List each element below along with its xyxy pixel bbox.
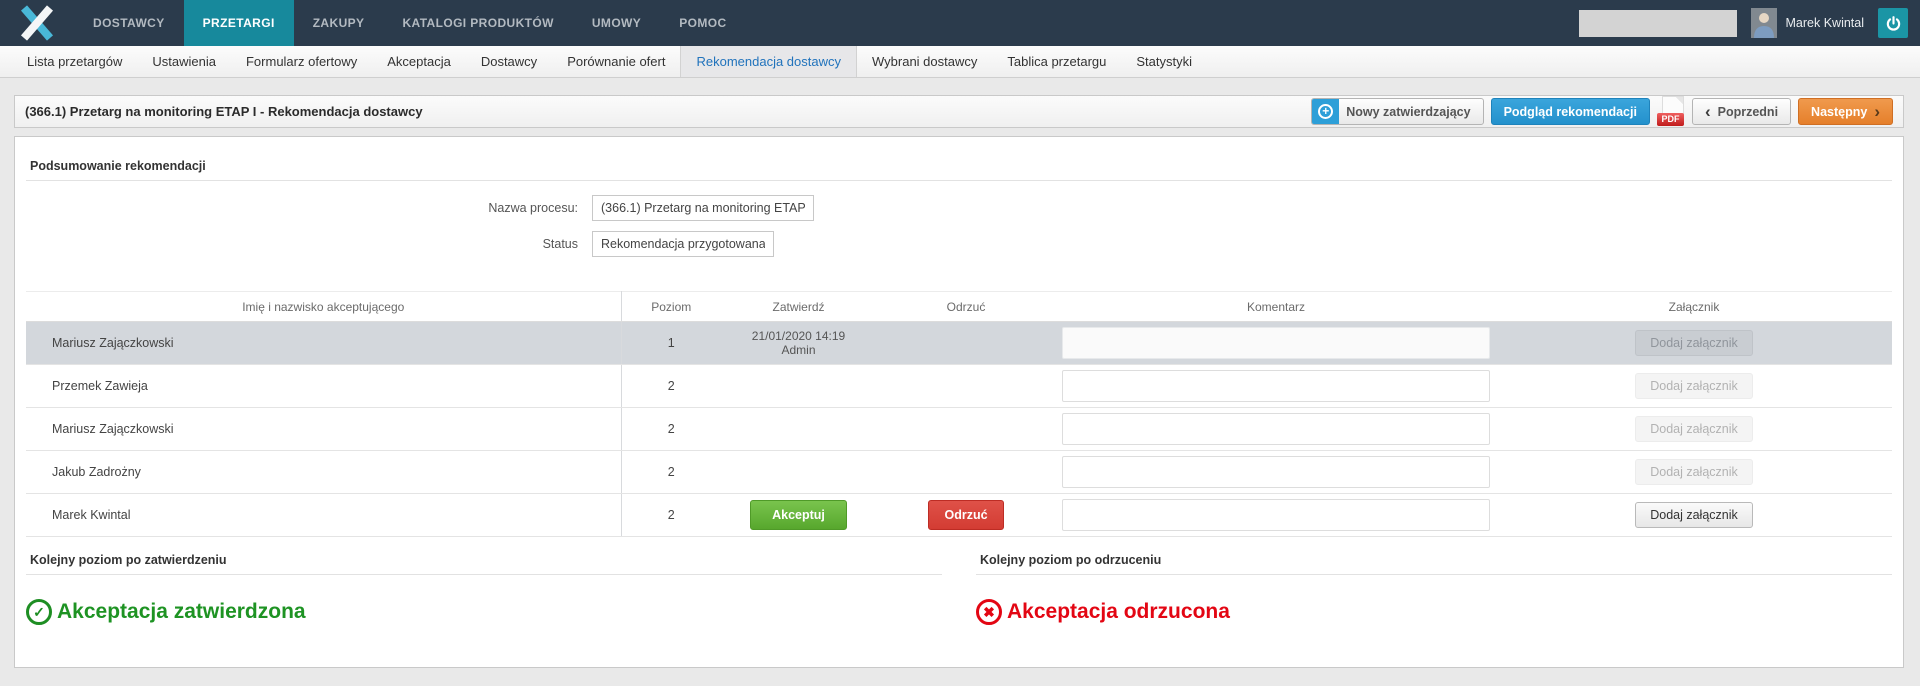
tab-rekomendacja-dostawcy[interactable]: Rekomendacja dostawcy [680, 46, 857, 77]
table-row: Przemek Zawieja 2 Dodaj załącznik [26, 365, 1892, 408]
check-circle-icon: ✓ [26, 599, 52, 625]
previous-button[interactable]: ‹ Poprzedni [1692, 98, 1791, 125]
next-button[interactable]: Następny › [1798, 98, 1893, 125]
logo-x-icon [20, 5, 54, 41]
tab-statystyki[interactable]: Statystyki [1121, 46, 1207, 77]
tab-dostawcy[interactable]: Dostawcy [466, 46, 552, 77]
comment-input[interactable] [1062, 327, 1490, 359]
user-menu[interactable]: Marek Kwintal [1751, 8, 1865, 38]
status-label: Status [26, 237, 592, 251]
approvers-table: Imię i nazwisko akceptującego Poziom Zat… [26, 291, 1892, 537]
approver-name: Marek Kwintal [26, 494, 621, 537]
nav-item-dostawcy[interactable]: DOSTAWCY [74, 0, 184, 46]
preview-recommendation-button[interactable]: Podgląd rekomendacji [1491, 98, 1650, 125]
tab-tablica-przetargu[interactable]: Tablica przetargu [992, 46, 1121, 77]
tab-wybrani-dostawcy[interactable]: Wybrani dostawcy [857, 46, 992, 77]
tab-formularz-ofertowy[interactable]: Formularz ofertowy [231, 46, 372, 77]
comment-input[interactable] [1062, 456, 1490, 488]
col-header-approve: Zatwierdź [721, 292, 876, 322]
add-attachment-button: Dodaj załącznik [1635, 416, 1753, 442]
power-icon [1885, 15, 1902, 32]
reject-section-title: Kolejny poziom po odrzuceniu [976, 553, 1892, 575]
reject-result-section: Kolejny poziom po odrzuceniu ✖ Akceptacj… [976, 553, 1892, 625]
search-input[interactable] [1579, 10, 1737, 37]
tab-porownanie-ofert[interactable]: Porównanie ofert [552, 46, 680, 77]
approval-date: 21/01/2020 14:19 [721, 329, 876, 343]
chevron-left-icon: ‹ [1705, 103, 1711, 120]
content-panel: Podsumowanie rekomendacji Nazwa procesu:… [14, 136, 1904, 668]
approver-level: 2 [621, 365, 721, 408]
user-name: Marek Kwintal [1786, 16, 1865, 30]
approval-author: Admin [721, 343, 876, 357]
table-row: Marek Kwintal 2 Akceptuj Odrzuć Dodaj za… [26, 494, 1892, 537]
process-name-input[interactable] [592, 195, 814, 221]
approve-result-section: Kolejny poziom po zatwierdzeniu ✓ Akcept… [26, 553, 942, 625]
nav-item-zakupy[interactable]: ZAKUPY [294, 0, 384, 46]
add-attachment-button[interactable]: Dodaj załącznik [1635, 502, 1753, 528]
summary-section-title: Podsumowanie rekomendacji [26, 159, 1892, 181]
cross-circle-icon: ✖ [976, 599, 1002, 625]
top-navbar: DOSTAWCY PRZETARGI ZAKUPY KATALOGI PRODU… [0, 0, 1920, 46]
table-row: Mariusz Zajączkowski 1 21/01/2020 14:19 … [26, 322, 1892, 365]
add-attachment-button: Dodaj załącznik [1635, 330, 1753, 356]
approve-section-title: Kolejny poziom po zatwierdzeniu [26, 553, 942, 575]
plus-icon: + [1312, 98, 1339, 125]
tab-akceptacja[interactable]: Akceptacja [372, 46, 466, 77]
reject-status-text: Akceptacja odrzucona [1007, 600, 1230, 624]
app-logo[interactable] [0, 0, 74, 46]
approver-level: 2 [621, 451, 721, 494]
comment-input[interactable] [1062, 499, 1490, 531]
approver-level: 1 [621, 322, 721, 365]
col-header-name: Imię i nazwisko akceptującego [26, 292, 621, 322]
table-row: Jakub Zadrożny 2 Dodaj załącznik [26, 451, 1892, 494]
approver-name: Jakub Zadrożny [26, 451, 621, 494]
new-approver-button[interactable]: + Nowy zatwierdzający [1311, 98, 1483, 125]
new-approver-label: Nowy zatwierdzający [1346, 105, 1470, 119]
table-header-row: Imię i nazwisko akceptującego Poziom Zat… [26, 292, 1892, 322]
approver-name: Przemek Zawieja [26, 365, 621, 408]
approval-info: 21/01/2020 14:19 Admin [721, 329, 876, 357]
col-header-reject: Odrzuć [876, 292, 1056, 322]
approver-name: Mariusz Zajączkowski [26, 408, 621, 451]
process-name-label: Nazwa procesu: [26, 201, 592, 215]
approver-level: 2 [621, 408, 721, 451]
col-header-attachment: Załącznik [1496, 292, 1892, 322]
approver-name: Mariusz Zajączkowski [26, 322, 621, 365]
pdf-badge-label: PDF [1657, 113, 1684, 126]
tab-lista-przetargow[interactable]: Lista przetargów [12, 46, 137, 77]
tab-ustawienia[interactable]: Ustawienia [137, 46, 231, 77]
approver-level: 2 [621, 494, 721, 537]
page-title: (366.1) Przetarg na monitoring ETAP I - … [25, 104, 423, 119]
chevron-right-icon: › [1874, 103, 1880, 120]
add-attachment-button: Dodaj załącznik [1635, 459, 1753, 485]
nav-item-umowy[interactable]: UMOWY [573, 0, 660, 46]
col-header-level: Poziom [621, 292, 721, 322]
add-attachment-button: Dodaj załącznik [1635, 373, 1753, 399]
page-headerbar: (366.1) Przetarg na monitoring ETAP I - … [14, 95, 1904, 128]
nav-item-przetargi[interactable]: PRZETARGI [184, 0, 294, 46]
nav-item-pomoc[interactable]: POMOC [660, 0, 745, 46]
reject-button[interactable]: Odrzuć [928, 500, 1003, 530]
table-row: Mariusz Zajączkowski 2 Dodaj załącznik [26, 408, 1892, 451]
comment-input[interactable] [1062, 370, 1490, 402]
logout-button[interactable] [1878, 8, 1908, 38]
pdf-export-icon[interactable]: PDF [1657, 96, 1685, 127]
accept-button[interactable]: Akceptuj [750, 500, 847, 530]
col-header-comment: Komentarz [1056, 292, 1496, 322]
module-tabbar: Lista przetargów Ustawienia Formularz of… [0, 46, 1920, 78]
comment-input[interactable] [1062, 413, 1490, 445]
nav-item-katalogi[interactable]: KATALOGI PRODUKTÓW [383, 0, 572, 46]
status-input[interactable] [592, 231, 774, 257]
avatar [1751, 8, 1777, 38]
approve-status-text: Akceptacja zatwierdzona [57, 600, 306, 624]
